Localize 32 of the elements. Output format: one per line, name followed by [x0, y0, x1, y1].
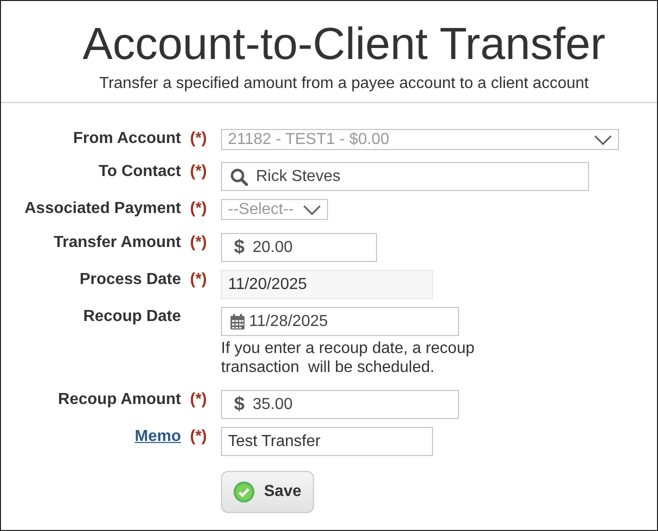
field-label: From Account — [73, 130, 181, 148]
help-text: If you enter a recoup date, a recoup transaction will be scheduled. — [221, 339, 476, 377]
check-circle-icon — [233, 481, 255, 503]
amount-field[interactable]: $ 35.00 — [221, 390, 459, 419]
page-subtitle: Transfer a specified amount from a payee account to a client account — [98, 75, 590, 93]
search-field[interactable]: Rick Steves — [221, 162, 589, 191]
required-mark: (*) — [190, 234, 207, 251]
currency-symbol: $ — [234, 394, 245, 416]
field-label: Associated Payment — [24, 200, 181, 218]
field-label: Transfer Amount — [54, 234, 181, 252]
memo-link[interactable]: Memo — [134, 428, 181, 446]
required-mark: (*) — [190, 391, 207, 408]
required-mark: (*) — [190, 271, 207, 288]
required-mark: (*) — [190, 130, 207, 147]
calendar-icon — [230, 314, 245, 330]
chevron-down-icon — [303, 204, 321, 214]
save-button[interactable]: Save — [221, 471, 314, 513]
chevron-down-icon — [594, 134, 612, 144]
date-field[interactable]: 11/28/2025 — [221, 307, 459, 336]
required-mark: (*) — [190, 200, 207, 217]
required-mark: (*) — [190, 163, 207, 180]
field-label: Recoup Amount — [58, 391, 181, 409]
field-label: Recoup Date — [83, 308, 181, 326]
field-label: To Contact — [98, 163, 181, 181]
input-field[interactable]: Test Transfer — [221, 427, 433, 456]
date-field[interactable]: 11/20/2025 — [221, 270, 433, 299]
amount-field[interactable]: $ 20.00 — [221, 233, 377, 262]
required-mark: (*) — [190, 428, 207, 445]
page-title: Account-to-Client Transfer — [82, 19, 606, 69]
currency-symbol: $ — [234, 236, 245, 258]
search-icon — [230, 168, 248, 186]
field-label: Process Date — [80, 271, 181, 289]
